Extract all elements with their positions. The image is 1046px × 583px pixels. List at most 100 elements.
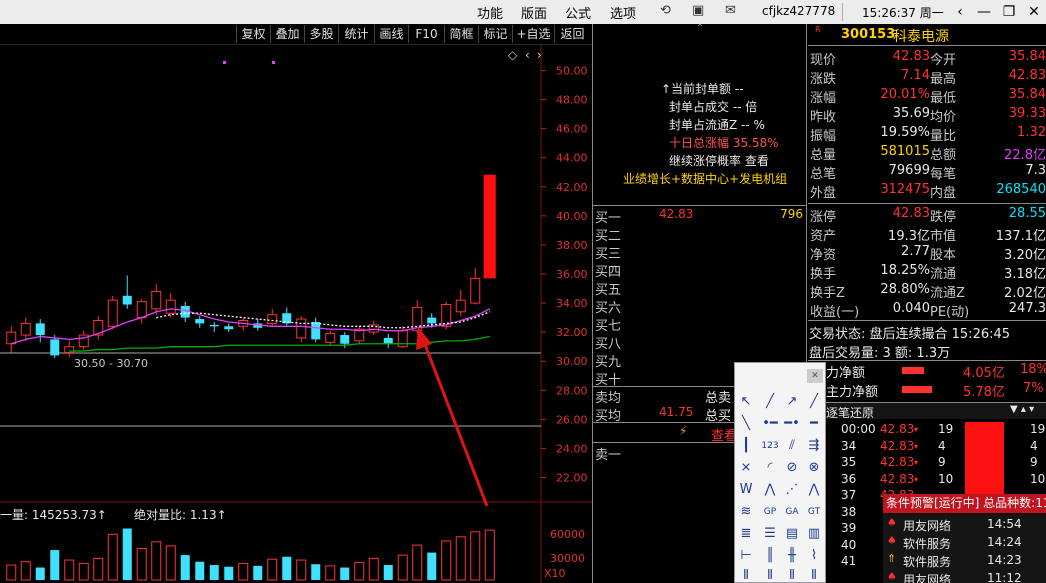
quote-label: 总额 [930,148,957,163]
gann-tool-icon[interactable]: ▤ [783,525,801,543]
f10-button[interactable]: F10 [408,25,444,43]
multi-stock-button[interactable]: 多股 [304,25,338,43]
horizontal-segment-icon[interactable]: •━ [761,415,779,433]
minimize-icon[interactable]: — [970,1,998,23]
circle-tool-icon[interactable]: ⊘ [783,459,801,477]
bars-tool-icon[interactable]: ⦀ [737,567,755,583]
line-tool-icon[interactable]: ╱ [805,393,823,411]
buy-level-5[interactable]: 买五 [595,279,805,298]
bars4-tool-icon[interactable]: ⦀ [805,567,823,583]
condition-alert-panel[interactable]: 条件预警[运行中] 总品种数:11 ♠ 用友网络 14:54 ♠ 软件服务 14:24 ⇑ 软… [883,494,1046,583]
period-tool-icon[interactable]: ║ [761,547,779,565]
chevron-left-icon[interactable]: ‹ [525,48,530,62]
volume-bar [136,547,147,581]
simple-frame-button[interactable]: 简框 [444,25,478,43]
alert-time: 11:12 [987,571,1022,583]
quote-label: 涨停 [810,210,837,225]
filter-icon[interactable]: ▼ ▴ ▾ [1010,404,1034,415]
arc-tool-icon[interactable]: ◜ [761,459,779,477]
close-icon[interactable]: ✕ [1020,1,1046,23]
annotation-arrow-head [416,327,432,350]
bell-icon: ♠ [887,534,897,547]
quote-row: 总笔 79699 每笔 7.3 [808,163,1046,182]
peak-tool-icon[interactable]: ⋀ [805,481,823,499]
parallel-tool-icon[interactable]: ⫽ [783,437,801,455]
statistics-button[interactable]: 统计 [338,25,374,43]
buy-level-7[interactable]: 买七 [595,315,805,334]
restore-icon[interactable]: ❐ [995,1,1023,23]
alert-row[interactable]: ♠ 软件服务 14:24 [883,533,1046,551]
buy-level-8[interactable]: 买八 [595,333,805,352]
bars3-tool-icon[interactable]: ⦀ [783,567,801,583]
price-tick-label: 22.00 [556,471,588,484]
ellipse-tool-icon[interactable]: ⊗ [805,459,823,477]
buy-level-1[interactable]: 买一 42.83 796 [595,207,805,226]
buy-level-3[interactable]: 买三 [595,243,805,262]
quote-value: 42.83 [1008,68,1046,83]
alert-title[interactable]: 条件预警[运行中] 总品种数:11 [883,494,1046,513]
fibonacci-tool-icon[interactable]: ☰ [761,525,779,543]
down-arrow-icon: ▾ [914,441,919,451]
channel-tool-icon[interactable]: ⇶ [805,437,823,455]
low-range-label: 30.50 - 30.70 [74,357,148,370]
vertical-line-icon[interactable]: ┃ [737,437,755,455]
menu-function[interactable]: 功能 [477,3,503,22]
horizontal-line-icon[interactable]: ━ [805,415,823,433]
alert-name: 用友网络 [903,519,952,533]
mail-icon[interactable]: ✉ [725,3,736,18]
overlay-button[interactable]: 叠加 [270,25,304,43]
gt-tool-icon[interactable]: GT [805,503,823,521]
refresh-icon[interactable]: ⟲ [660,3,671,18]
measure-tool-icon[interactable]: ⌇ [805,547,823,565]
quote-value: 7.3 [1025,163,1046,178]
price-tick-label: 46.00 [556,123,588,136]
price-tick-label: 24.00 [556,442,588,455]
zigzag-tool-icon[interactable]: ⋀ [761,481,779,499]
diamond-icon[interactable]: ◇ [508,48,518,62]
buy-level-4[interactable]: 买四 [595,261,805,280]
alert-row[interactable]: ♠ 用友网络 11:12 [883,569,1046,583]
wave-tool-icon[interactable]: W [737,481,755,499]
fan-tool-icon[interactable]: ≋ [737,503,755,521]
ruler-tool-icon[interactable]: ╫ [783,547,801,565]
collapse-up-icon[interactable]: ⌃ [593,24,807,36]
candle-body [136,301,147,319]
menu-layout[interactable]: 版面 [521,3,547,22]
chevron-right-icon[interactable]: › [537,48,542,62]
chart-grid [0,44,592,583]
buy-level-2[interactable]: 买二 [595,225,805,244]
quote-value: 0.040 [892,301,930,316]
cross-lines-icon[interactable]: ⨯ [737,459,755,477]
diagonal-tool-icon[interactable]: ╲ [737,415,755,433]
menu-formula[interactable]: 公式 [565,3,591,22]
alert-row[interactable]: ⇑ 软件服务 14:23 [883,551,1046,569]
alert-row[interactable]: ♠ 用友网络 14:54 [883,515,1046,533]
draw-line-button[interactable]: 画线 [374,25,408,43]
kline-chart[interactable]: 50.00 48.00 46.00 44.00 42.00 40.00 38.00 36.00… [0,44,592,583]
gp-tool-icon[interactable]: GP [761,503,779,521]
quote-row: 涨幅 20.01% 最低 35.84 [808,87,1046,106]
add-favorite-button[interactable]: +自选 [512,25,554,43]
ga-tool-icon[interactable]: GA [783,503,801,521]
cycle-tool-icon[interactable]: ⊢ [737,547,755,565]
account-name[interactable]: cfjkz427778 [762,4,835,18]
numbered-tool-icon[interactable]: 123 [761,437,779,455]
grid-tool-icon[interactable]: ▥ [805,525,823,543]
buy-level-6[interactable]: 买六 [595,297,805,316]
mark-button[interactable]: 标记 [478,25,512,43]
monitor-icon[interactable]: ▣ [692,3,704,18]
limit-up-prob[interactable]: 继续涨停概率 查看 [669,152,769,169]
fibonacci-fan-icon[interactable]: ≣ [737,525,755,543]
back-button[interactable]: 返回 [554,25,590,43]
ray-tool-icon[interactable]: ↗ [783,393,801,411]
segment-tool-icon[interactable]: ╱ [761,393,779,411]
ratio-label: 绝对量比: 1.13↑ [134,507,227,522]
horizontal-ray-icon[interactable]: ━• [783,415,801,433]
cursor-tool-icon[interactable]: ↖ [737,393,755,411]
trend-tool-icon[interactable]: ⋰ [783,481,801,499]
palette-close-icon[interactable]: ✕ [807,369,823,383]
menu-options[interactable]: 选项 [610,3,636,22]
quote-value: 2.77 [901,244,930,259]
adjust-button[interactable]: 复权 [236,25,270,43]
bars2-tool-icon[interactable]: ⦀ [761,567,779,583]
